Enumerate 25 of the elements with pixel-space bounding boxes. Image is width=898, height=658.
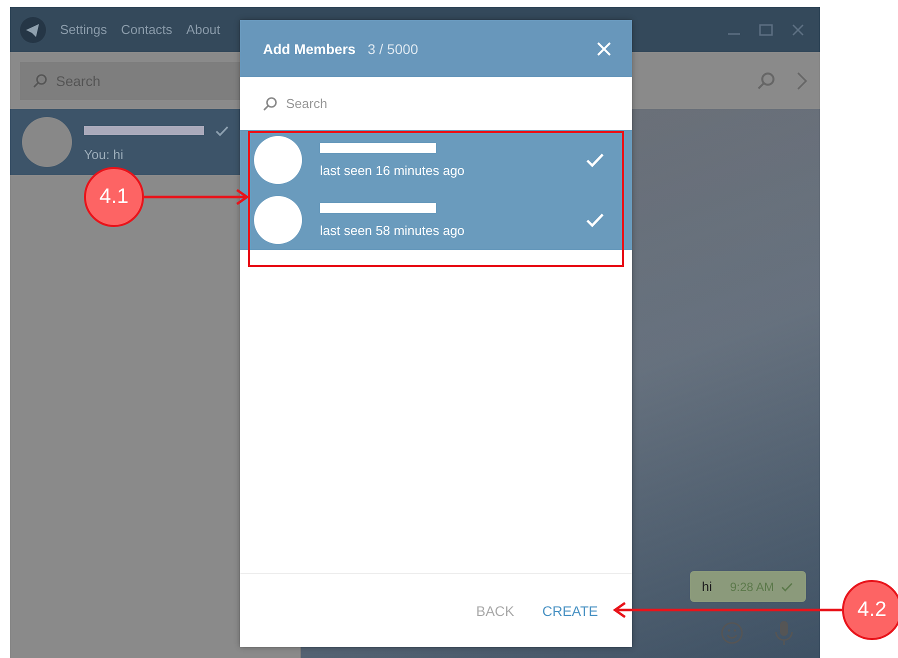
- message-text: hi: [702, 579, 712, 594]
- app-logo-icon[interactable]: [20, 16, 46, 42]
- maximize-icon[interactable]: [758, 22, 774, 38]
- search-icon[interactable]: [756, 70, 776, 90]
- menu-item[interactable]: Contacts: [120, 22, 172, 37]
- dialog-title: Add Members: [263, 40, 356, 56]
- member-row[interactable]: last seen 16 minutes ago: [240, 130, 632, 190]
- menu-item[interactable]: Settings: [60, 22, 107, 37]
- member-status: last seen 58 minutes ago: [320, 222, 466, 238]
- back-button[interactable]: BACK: [464, 594, 526, 626]
- avatar: [22, 117, 72, 167]
- menu-item[interactable]: About: [186, 22, 220, 37]
- avatar: [254, 196, 302, 244]
- member-status: last seen 16 minutes ago: [320, 162, 466, 178]
- member-count: 3 / 5000: [368, 40, 418, 56]
- search-icon: [262, 96, 278, 112]
- member-row[interactable]: last seen 58 minutes ago: [240, 190, 632, 250]
- message-preview: You: hi: [84, 146, 124, 162]
- chevron-right-icon[interactable]: [796, 70, 808, 90]
- close-icon[interactable]: [596, 40, 612, 56]
- callout-label: 4.2: [842, 580, 898, 640]
- search-icon: [32, 72, 48, 88]
- close-icon[interactable]: [790, 22, 806, 38]
- create-button[interactable]: CREATE: [530, 594, 610, 626]
- avatar: [254, 136, 302, 184]
